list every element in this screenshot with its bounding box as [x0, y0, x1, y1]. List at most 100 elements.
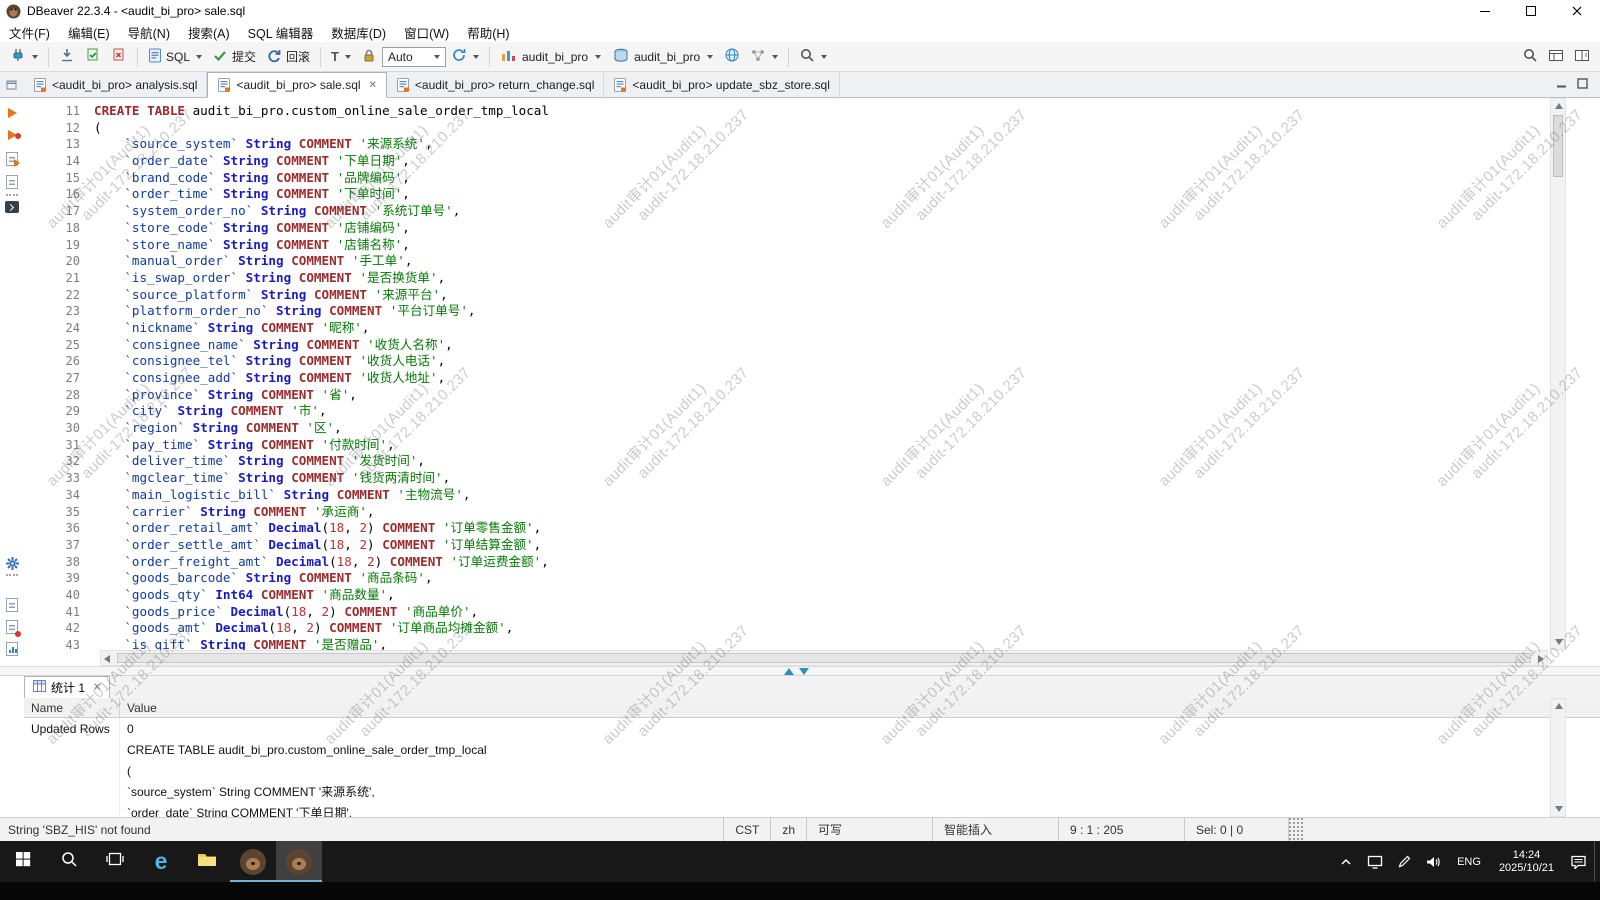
quick-search-button[interactable] [1517, 44, 1543, 69]
panel-vertical-scrollbar[interactable] [1550, 698, 1566, 817]
sql-console-button[interactable] [4, 201, 20, 213]
transaction-mode-button[interactable]: T [326, 46, 356, 67]
tray-display-icon[interactable] [1360, 841, 1390, 882]
red-doc-icon [111, 47, 127, 66]
status-caret-position[interactable]: 9 : 1 : 205 [1058, 818, 1184, 841]
new-connection-button[interactable] [5, 44, 43, 69]
network-button[interactable] [745, 45, 783, 68]
sash-maximize-icon[interactable] [784, 668, 794, 675]
action-center-button[interactable] [1563, 841, 1594, 882]
show-output-button[interactable] [4, 598, 20, 612]
table-row[interactable]: ( [24, 760, 1600, 781]
minimize-button[interactable] [1462, 0, 1508, 22]
table-row[interactable]: `order_date` String COMMENT '下单日期', [24, 802, 1600, 817]
table-row[interactable]: `source_system` String COMMENT '来源系统', [24, 781, 1600, 802]
globe-button[interactable] [719, 44, 745, 69]
auto-commit-combo[interactable]: Auto [382, 47, 446, 67]
close-button[interactable] [1554, 0, 1600, 22]
menu-item-7[interactable]: 窗口(W) [395, 22, 458, 42]
editor-vertical-scrollbar[interactable] [1550, 98, 1566, 650]
lock-button[interactable] [356, 45, 382, 69]
execute-script-button[interactable] [4, 130, 20, 140]
line-number: 37 [24, 537, 94, 554]
green-doc-button[interactable] [80, 44, 106, 69]
table-row[interactable]: Updated Rows0 [24, 718, 1600, 739]
tab-label: <audit_bi_pro> sale.sql [236, 78, 360, 92]
code-line: 39 `goods_barcode` String COMMENT '商品条码'… [24, 570, 1550, 587]
maximize-panel-icon[interactable] [1577, 78, 1588, 92]
taskbar-search-button[interactable] [46, 841, 92, 882]
dbeaver-taskbar-button-active[interactable] [276, 841, 322, 882]
language-indicator[interactable]: ENG [1448, 856, 1490, 868]
globe-icon [724, 47, 740, 66]
menu-item-1[interactable]: 文件(F) [0, 22, 59, 42]
volume-icon[interactable] [1418, 841, 1448, 882]
restore-minimized-view-button[interactable] [0, 72, 24, 97]
download-script-button[interactable] [54, 44, 80, 69]
code-line: 24 `nickname` String COMMENT '昵称', [24, 320, 1550, 337]
menu-item-5[interactable]: SQL 编辑器 [239, 22, 323, 42]
line-number: 25 [24, 337, 94, 354]
menu-item-2[interactable]: 编辑(E) [59, 22, 119, 42]
table-row[interactable]: CREATE TABLE audit_bi_pro.custom_online_… [24, 739, 1600, 760]
sash-minimize-icon[interactable] [799, 668, 809, 675]
file-explorer-button[interactable] [184, 841, 230, 882]
execute-new-tab-button[interactable] [4, 152, 20, 166]
maximize-button[interactable] [1508, 0, 1554, 22]
results-tab-bar: 统计 1 ✕ [24, 676, 1600, 698]
edge-browser-button[interactable]: e [138, 841, 184, 882]
task-view-button[interactable] [92, 841, 138, 882]
explain-plan-button[interactable] [4, 175, 20, 189]
scrollbar-thumb[interactable] [117, 653, 1531, 663]
schema-selector[interactable]: audit_bi_pro [607, 45, 719, 69]
tray-pen-icon[interactable] [1390, 841, 1418, 882]
menu-item-8[interactable]: 帮助(H) [458, 22, 518, 42]
column-header-name[interactable]: Name [24, 698, 120, 717]
stats-tab[interactable]: 统计 1 ✕ [24, 676, 110, 698]
scroll-down-arrow[interactable] [1555, 639, 1563, 645]
scroll-up-arrow[interactable] [1555, 703, 1563, 709]
red-doc-button[interactable] [106, 44, 132, 69]
editor-horizontal-scrollbar[interactable] [100, 650, 1548, 666]
start-button[interactable] [0, 841, 46, 882]
status-insert-mode[interactable]: 智能插入 [932, 818, 1058, 841]
sql-editor[interactable]: 11CREATE TABLE audit_bi_pro.custom_onlin… [24, 98, 1550, 650]
show-desktop-button[interactable] [1594, 841, 1600, 882]
open-perspective-button[interactable] [1543, 45, 1569, 69]
scroll-down-arrow[interactable] [1555, 806, 1563, 812]
sql-menu-button[interactable]: SQL [143, 45, 207, 69]
auto-commit-value: Auto [388, 50, 413, 64]
column-header-value[interactable]: Value [120, 698, 157, 717]
panel-sash[interactable] [0, 666, 1600, 676]
execute-sql-button[interactable] [4, 108, 20, 118]
menu-item-6[interactable]: 数据库(D) [322, 22, 395, 42]
rollback-button[interactable]: 回滚 [261, 45, 315, 69]
statistics-button[interactable] [4, 642, 20, 656]
commit-button[interactable]: 提交 [207, 45, 261, 68]
menu-item-4[interactable]: 搜索(A) [179, 22, 239, 42]
tab-close-icon[interactable]: ✕ [369, 80, 377, 91]
connection-selector[interactable]: audit_bi_pro [495, 45, 607, 68]
auto-refresh-button[interactable] [446, 44, 484, 69]
tab-close-icon[interactable]: ✕ [93, 682, 101, 693]
scroll-up-arrow[interactable] [1555, 103, 1563, 109]
scrollbar-thumb[interactable] [1553, 115, 1563, 177]
gear-icon [5, 556, 20, 576]
search-dropdown-button[interactable] [794, 44, 832, 69]
tray-expand-button[interactable] [1332, 841, 1360, 882]
editor-tab-2[interactable]: <audit_bi_pro> sale.sql ✕ [207, 72, 386, 98]
scroll-right-arrow[interactable] [1538, 655, 1544, 663]
code-line: 17 `system_order_no` String COMMENT '系统订… [24, 203, 1550, 220]
editor-layout-button[interactable] [1569, 45, 1595, 69]
code-line: 15 `brand_code` String COMMENT '品牌编码', [24, 170, 1550, 187]
dbeaver-taskbar-button[interactable] [230, 841, 276, 882]
editor-tab-3[interactable]: <audit_bi_pro> return_change.sql [387, 72, 604, 97]
editor-settings-button[interactable] [4, 556, 20, 576]
taskbar-clock[interactable]: 14:24 2025/10/21 [1490, 849, 1563, 875]
minimize-panel-icon[interactable] [1556, 78, 1567, 92]
editor-tab-4[interactable]: <audit_bi_pro> update_sbz_store.sql [604, 72, 839, 97]
menu-item-3[interactable]: 导航(N) [119, 22, 179, 42]
error-log-button[interactable] [4, 620, 20, 634]
scroll-left-arrow[interactable] [104, 655, 110, 663]
editor-tab-1[interactable]: <audit_bi_pro> analysis.sql [24, 72, 207, 97]
